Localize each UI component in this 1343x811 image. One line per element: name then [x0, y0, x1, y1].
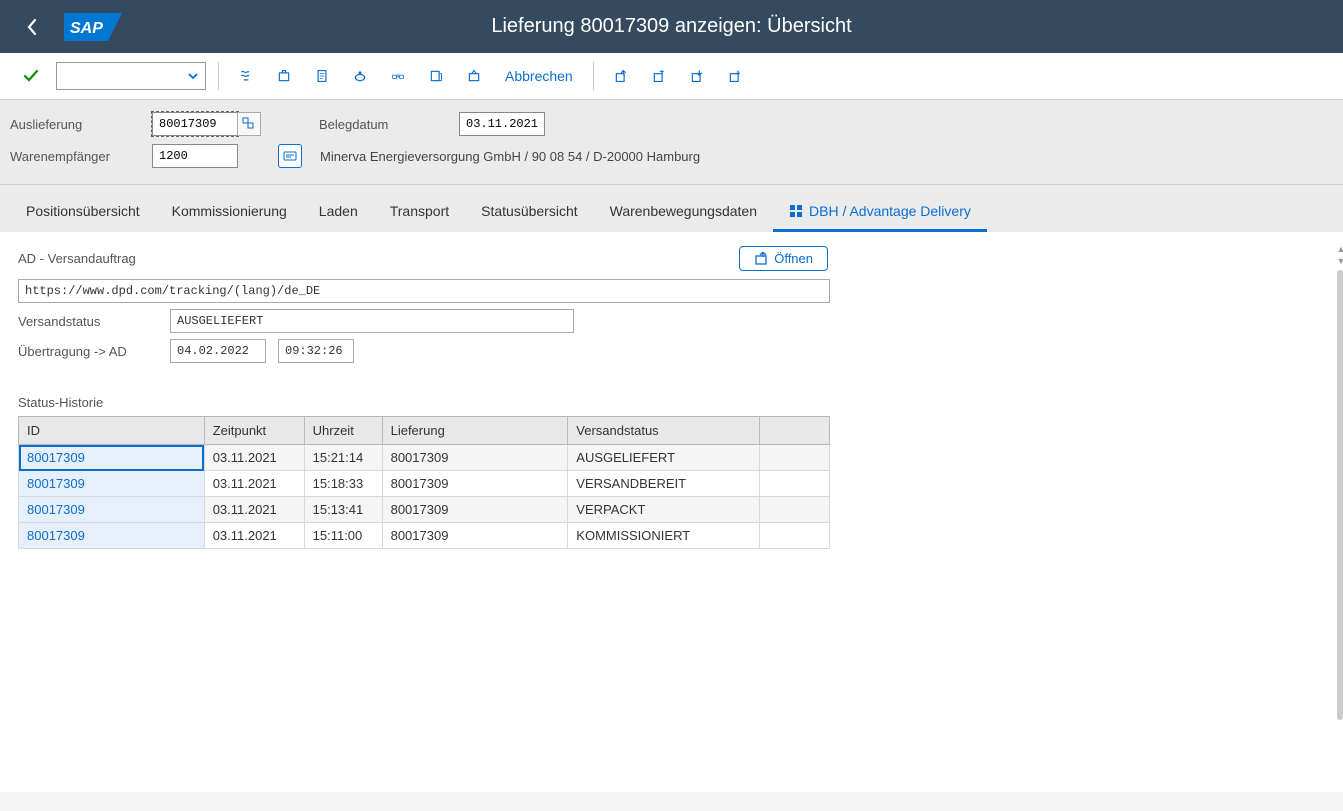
shipment-status-field: AUSGELIEFERT — [170, 309, 574, 333]
f4-icon — [242, 117, 256, 131]
chevron-down-icon — [187, 70, 199, 82]
separator — [593, 62, 594, 90]
title-bar: SAP Lieferung 80017309 anzeigen: Übersic… — [0, 0, 1343, 53]
cell-status: VERSANDBEREIT — [568, 471, 760, 497]
pack-icon[interactable] — [269, 62, 299, 90]
cell-id[interactable]: 80017309 — [19, 523, 205, 549]
cell-delivery: 80017309 — [382, 497, 568, 523]
cell-status: AUSGELIEFERT — [568, 445, 760, 471]
header-details-icon[interactable] — [231, 62, 261, 90]
command-dropdown[interactable] — [56, 62, 206, 90]
cell-time: 15:13:41 — [304, 497, 382, 523]
tab-status[interactable]: Statusübersicht — [465, 195, 594, 232]
cell-status: KOMMISSIONIERT — [568, 523, 760, 549]
chevron-left-icon — [26, 18, 38, 36]
import2-icon[interactable] — [720, 62, 750, 90]
f4-help-button[interactable] — [237, 112, 261, 136]
document-icon[interactable] — [307, 62, 337, 90]
tab-item-overview[interactable]: Positionsübersicht — [10, 195, 156, 232]
svg-text:SAP: SAP — [70, 20, 103, 37]
cell-date: 03.11.2021 — [204, 445, 304, 471]
separator — [218, 62, 219, 90]
table-row[interactable]: 8001730903.11.202115:21:1480017309AUSGEL… — [19, 445, 830, 471]
cell-time: 15:11:00 — [304, 523, 382, 549]
col-status[interactable]: Versandstatus — [568, 417, 760, 445]
cell-delivery: 80017309 — [382, 471, 568, 497]
cell-time: 15:18:33 — [304, 471, 382, 497]
tab-strip: Positionsübersicht Kommissionierung Lade… — [0, 185, 1343, 232]
cell-date: 03.11.2021 — [204, 523, 304, 549]
header-form: Auslieferung Belegdatum Warenempfänger M… — [0, 100, 1343, 185]
cell-date: 03.11.2021 — [204, 497, 304, 523]
label-ship-to: Warenempfänger — [10, 149, 152, 164]
application-toolbar: Abbrechen — [0, 53, 1343, 100]
label-document-date: Belegdatum — [319, 117, 459, 132]
cell-empty — [760, 497, 830, 523]
outbound-delivery-input[interactable] — [152, 112, 238, 136]
services-icon[interactable] — [459, 62, 489, 90]
detail-icon — [283, 151, 297, 161]
tab-loading[interactable]: Laden — [303, 195, 374, 232]
tab-picking[interactable]: Kommissionierung — [156, 195, 303, 232]
ship-to-text: Minerva Energieversorgung GmbH / 90 08 5… — [320, 149, 700, 164]
status-history-label: Status-Historie — [18, 395, 1325, 410]
cell-delivery: 80017309 — [382, 445, 568, 471]
tab-transport[interactable]: Transport — [374, 195, 465, 232]
cell-time: 15:21:14 — [304, 445, 382, 471]
transfer-date-field: 04.02.2022 — [170, 339, 266, 363]
page-title: Lieferung 80017309 anzeigen: Übersicht — [491, 15, 851, 38]
cancel-button[interactable]: Abbrechen — [497, 64, 581, 88]
cell-date: 03.11.2021 — [204, 471, 304, 497]
export-icon[interactable] — [606, 62, 636, 90]
label-shipment-status: Versandstatus — [18, 314, 170, 329]
vertical-scrollbar[interactable]: ▲▼ — [1337, 244, 1343, 744]
cell-empty — [760, 471, 830, 497]
open-label: Öffnen — [774, 251, 813, 266]
import-icon[interactable] — [682, 62, 712, 90]
incompletion-icon[interactable] — [345, 62, 375, 90]
col-timepoint[interactable]: Zeitpunkt — [204, 417, 304, 445]
group-title: AD - Versandauftrag — [18, 251, 136, 266]
cell-delivery: 80017309 — [382, 523, 568, 549]
document-date-input[interactable] — [459, 112, 545, 136]
tab-dbh-label: DBH / Advantage Delivery — [809, 203, 971, 219]
tab-dbh[interactable]: DBH / Advantage Delivery — [773, 195, 987, 232]
export2-icon[interactable] — [644, 62, 674, 90]
sap-logo: SAP — [64, 13, 122, 41]
open-button[interactable]: Öffnen — [739, 246, 828, 271]
back-button[interactable] — [18, 14, 46, 40]
serial-icon[interactable] — [383, 62, 413, 90]
grid-icon — [789, 204, 803, 218]
cell-status: VERPACKT — [568, 497, 760, 523]
col-empty — [760, 417, 830, 445]
cell-id[interactable]: 80017309 — [19, 497, 205, 523]
tab-content: AD - Versandauftrag Öffnen https://www.d… — [0, 232, 1343, 792]
tracking-url-field[interactable]: https://www.dpd.com/tracking/(lang)/de_D… — [18, 279, 830, 303]
confirm-button[interactable] — [14, 63, 48, 89]
open-icon — [754, 252, 768, 266]
output-icon[interactable] — [421, 62, 451, 90]
table-row[interactable]: 8001730903.11.202115:11:0080017309KOMMIS… — [19, 523, 830, 549]
table-row[interactable]: 8001730903.11.202115:18:3380017309VERSAN… — [19, 471, 830, 497]
cell-id[interactable]: 80017309 — [19, 445, 205, 471]
check-icon — [22, 67, 40, 85]
col-delivery[interactable]: Lieferung — [382, 417, 568, 445]
cell-empty — [760, 523, 830, 549]
status-history-table: ID Zeitpunkt Uhrzeit Lieferung Versandst… — [18, 416, 830, 549]
tab-goods-movement[interactable]: Warenbewegungsdaten — [594, 195, 773, 232]
ship-to-input[interactable] — [152, 144, 238, 168]
transfer-time-field: 09:32:26 — [278, 339, 354, 363]
col-clock[interactable]: Uhrzeit — [304, 417, 382, 445]
table-row[interactable]: 8001730903.11.202115:13:4180017309VERPAC… — [19, 497, 830, 523]
label-transfer-ad: Übertragung -> AD — [18, 344, 170, 359]
cell-empty — [760, 445, 830, 471]
col-id[interactable]: ID — [19, 417, 205, 445]
label-outbound-delivery: Auslieferung — [10, 117, 152, 132]
cell-id[interactable]: 80017309 — [19, 471, 205, 497]
ship-to-detail-button[interactable] — [278, 144, 302, 168]
